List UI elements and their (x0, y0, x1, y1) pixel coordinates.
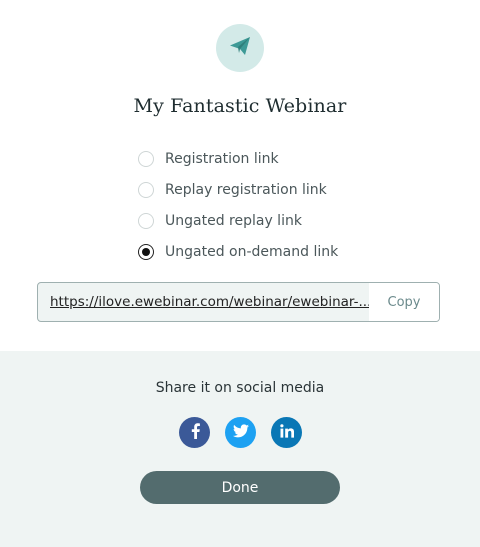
share-heading: Share it on social media (155, 380, 325, 396)
copy-button[interactable]: Copy (369, 283, 439, 321)
option-label: Ungated on-demand link (165, 243, 339, 260)
option-ungated-replay-link[interactable]: Ungated replay link (138, 205, 338, 236)
option-replay-registration-link[interactable]: Replay registration link (138, 174, 338, 205)
option-label: Ungated replay link (165, 212, 302, 229)
radio-ungated-replay-link[interactable] (138, 212, 154, 229)
option-label: Registration link (165, 150, 279, 167)
link-panel: My Fantastic Webinar Registration link R… (0, 0, 480, 351)
linkedin-icon (279, 423, 294, 442)
twitter-share-button[interactable] (225, 417, 256, 448)
radio-replay-registration-link[interactable] (138, 181, 154, 198)
social-buttons (179, 417, 302, 448)
facebook-icon (188, 422, 202, 443)
radio-ungated-on-demand-link[interactable] (138, 243, 154, 260)
link-field: https://ilove.ewebinar.com/webinar/ewebi… (37, 282, 440, 322)
option-registration-link[interactable]: Registration link (138, 143, 338, 174)
radio-registration-link[interactable] (138, 150, 154, 167)
webinar-title: My Fantastic Webinar (133, 95, 347, 117)
option-ungated-on-demand-link[interactable]: Ungated on-demand link (138, 236, 338, 267)
webinar-link[interactable]: https://ilove.ewebinar.com/webinar/ewebi… (38, 283, 369, 321)
twitter-icon (232, 423, 249, 442)
option-label: Replay registration link (165, 181, 327, 198)
paper-plane-badge (216, 24, 264, 72)
facebook-share-button[interactable] (179, 417, 210, 448)
link-type-options: Registration link Replay registration li… (138, 143, 338, 267)
done-button[interactable]: Done (140, 471, 340, 504)
paper-plane-icon (228, 34, 252, 62)
linkedin-share-button[interactable] (271, 417, 302, 448)
